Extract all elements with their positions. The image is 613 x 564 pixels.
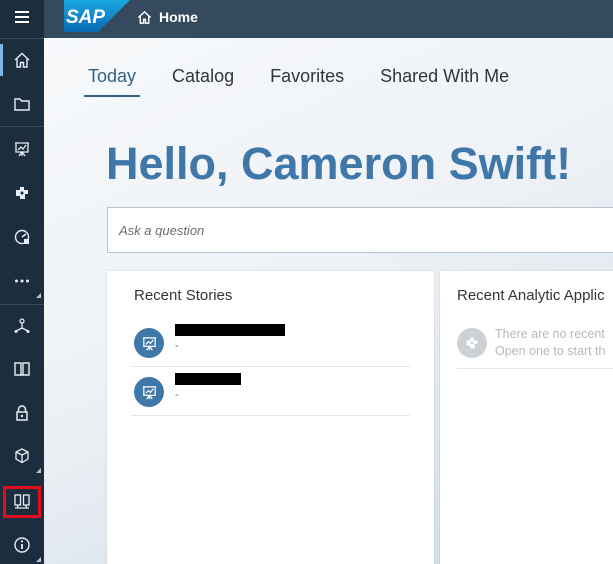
nav-connections[interactable] xyxy=(3,486,41,518)
list-item[interactable]: - xyxy=(131,367,410,416)
breadcrumb[interactable]: Home xyxy=(137,9,198,25)
shell-bar: SAP Home xyxy=(44,0,613,38)
home-page: Today Catalog Favorites Shared With Me H… xyxy=(44,38,613,564)
nav-security[interactable] xyxy=(0,393,44,433)
book-icon xyxy=(14,362,30,376)
nav-system-info[interactable] xyxy=(0,525,44,564)
story-subtitle: - xyxy=(175,389,179,401)
redacted-story-name xyxy=(175,373,241,385)
security-icon xyxy=(16,405,28,421)
tab-catalog[interactable]: Catalog xyxy=(168,66,238,97)
empty-state-line: Open one to start th xyxy=(495,344,606,358)
tab-favorites[interactable]: Favorites xyxy=(266,66,348,97)
greeting-title: Hello, Cameron Swift! xyxy=(106,138,572,189)
empty-state-line: There are no recent xyxy=(495,327,605,341)
nav-catalog[interactable] xyxy=(0,349,44,389)
data-model-icon xyxy=(14,318,30,333)
expand-caret-icon xyxy=(36,557,41,562)
story-icon xyxy=(142,385,156,399)
empty-state-text: There are no recent Open one to start th xyxy=(495,326,606,360)
sap-logo[interactable]: SAP xyxy=(64,0,130,32)
divider xyxy=(457,368,613,369)
story-icon xyxy=(142,336,156,350)
nav-more[interactable] xyxy=(0,261,44,301)
side-navigation xyxy=(0,0,44,564)
ask-question-input[interactable]: Ask a question xyxy=(107,207,613,253)
nav-analytic-applications[interactable] xyxy=(0,173,44,213)
card-title: Recent Stories xyxy=(134,287,233,304)
nav-stories[interactable] xyxy=(0,129,44,169)
home-icon xyxy=(14,52,30,68)
info-icon xyxy=(14,537,30,553)
tab-shared-with-me[interactable]: Shared With Me xyxy=(376,66,513,97)
folder-icon xyxy=(14,98,30,111)
logo-text: SAP xyxy=(66,7,105,28)
story-avatar xyxy=(134,328,164,358)
tab-today[interactable]: Today xyxy=(84,66,141,97)
analytic-app-icon xyxy=(466,337,478,349)
breadcrumb-label: Home xyxy=(159,9,198,25)
menu-button[interactable] xyxy=(0,0,44,34)
nav-home[interactable] xyxy=(0,40,44,80)
empty-state-avatar xyxy=(457,328,487,358)
nav-digital-boardroom[interactable] xyxy=(0,217,44,257)
nav-modeler[interactable] xyxy=(0,306,44,346)
list-item[interactable]: - xyxy=(131,318,410,367)
home-icon xyxy=(137,10,152,24)
story-subtitle: - xyxy=(175,340,179,352)
menu-icon xyxy=(15,11,29,23)
expand-caret-icon xyxy=(36,293,41,298)
more-icon xyxy=(15,279,29,283)
card-title: Recent Analytic Applic xyxy=(457,287,605,304)
recent-analytic-applications-card: Recent Analytic Applic There are no rece… xyxy=(440,271,613,564)
nav-deployment[interactable] xyxy=(0,436,44,476)
redacted-story-name xyxy=(175,324,285,336)
expand-caret-icon xyxy=(36,468,41,473)
performance-icon xyxy=(14,229,30,245)
nav-files[interactable] xyxy=(0,84,44,124)
story-icon xyxy=(15,142,29,157)
connections-icon xyxy=(14,494,30,509)
tab-bar: Today Catalog Favorites Shared With Me xyxy=(84,66,513,97)
analytic-app-icon xyxy=(16,187,28,199)
recent-stories-card: Recent Stories - - xyxy=(107,271,434,564)
story-avatar xyxy=(134,377,164,407)
deployment-icon xyxy=(15,448,29,464)
